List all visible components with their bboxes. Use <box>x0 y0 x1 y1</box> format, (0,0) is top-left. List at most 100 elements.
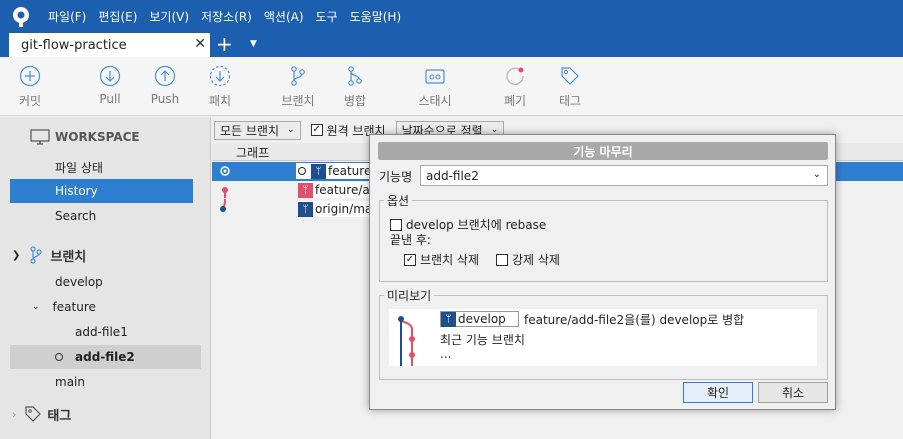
menu-actions[interactable]: 액션(A) <box>258 8 310 25</box>
feature-name-value: add-file2 <box>426 168 479 183</box>
preview-branch-badge: ᛘ develop <box>440 311 519 327</box>
add-tab-icon[interactable]: + <box>216 34 233 54</box>
preview-merge-message: feature/add-file2을(를) develop로 병합 <box>524 313 745 327</box>
force-delete-label: 강제 삭제 <box>512 253 560 267</box>
commit-button[interactable]: 커밋 <box>5 65 55 109</box>
tab-title: git-flow-practice <box>21 37 127 53</box>
discard-button[interactable]: 폐기 <box>490 65 540 109</box>
branches-label: 브랜치 <box>50 249 87 265</box>
branch-icon: ᛘ <box>311 163 326 179</box>
tags-label: 태그 <box>47 408 72 424</box>
after-finish-label: 끝낸 후: <box>390 233 431 247</box>
close-icon[interactable]: ✕ <box>194 36 206 52</box>
preview-graph <box>398 316 415 366</box>
tag-icon <box>25 406 42 422</box>
checkbox-checked-icon: ✓ <box>310 124 323 136</box>
force-delete-option[interactable]: 강제 삭제 <box>496 251 560 268</box>
commit-graph <box>220 166 230 212</box>
pull-button[interactable]: Pull <box>85 65 135 106</box>
menu-view[interactable]: 보기(V) <box>143 8 195 25</box>
monitor-icon <box>30 129 50 145</box>
ref-label: feature <box>328 164 372 178</box>
checkbox-unchecked-icon <box>390 218 402 231</box>
chevron-down-icon: ⌄ <box>812 169 821 180</box>
sidebar-item-history[interactable]: History <box>10 179 193 203</box>
toolbar: 커밋 Pull Push 패치 브랜치 병합 스태시 폐기 태그 <box>0 57 903 116</box>
workspace-header: WORKSPACE <box>30 125 140 149</box>
options-group <box>379 200 828 282</box>
tag-label: 태그 <box>558 94 582 108</box>
stash-icon <box>425 69 445 84</box>
preview-recent-feature: 최근 기능 브랜치 <box>440 333 525 347</box>
cancel-button[interactable]: 취소 <box>758 382 828 403</box>
feature-name-select[interactable]: add-file2 ⌄ <box>420 165 828 186</box>
plus-circle-icon <box>19 65 41 87</box>
push-label: Push <box>150 92 180 106</box>
branch-icon: ᛘ <box>298 201 313 217</box>
ref-label: origin/ma <box>315 202 373 216</box>
tab-bar: git-flow-practice ✕ + ▼ <box>0 33 903 57</box>
menu-repository[interactable]: 저장소(R) <box>195 8 258 25</box>
branch-icon: ᛘ <box>298 182 313 198</box>
sidebar-item-main[interactable]: main <box>55 370 85 394</box>
sidebar-item-feature[interactable]: ⌄ feature <box>32 295 96 319</box>
tags-header[interactable]: › 태그 <box>12 402 71 426</box>
sidebar-item-search[interactable]: Search <box>55 204 96 228</box>
merge-label: 병합 <box>343 94 367 108</box>
branch-label: 브랜치 <box>281 94 315 108</box>
discard-label: 폐기 <box>503 94 527 108</box>
menu-file[interactable]: 파일(F) <box>42 8 92 25</box>
menu-bar: 파일(F) 편집(E) 보기(V) 저장소(R) 액션(A) 도구 도움말(H) <box>0 0 903 33</box>
tab-repository[interactable]: git-flow-practice ✕ <box>9 33 210 57</box>
branch-filter-dropdown[interactable]: 모든 브랜치 ⌄ <box>214 120 301 140</box>
preview-area: ᛘ develop feature/add-file2을(를) develop로… <box>389 309 817 366</box>
sidebar: WORKSPACE 파일 상태 History Search ❯ 브랜치 dev… <box>0 117 211 439</box>
fetch-label: 패치 <box>208 94 232 108</box>
branch-icon <box>291 66 305 86</box>
chevron-down-icon: ⌄ <box>287 125 295 135</box>
delete-branch-label: 브랜치 삭제 <box>420 253 480 267</box>
current-branch-icon <box>298 167 306 175</box>
sidebar-item-file-status[interactable]: 파일 상태 <box>55 155 103 179</box>
sourcetree-logo-icon <box>13 6 29 27</box>
ok-button[interactable]: 확인 <box>683 382 753 403</box>
finish-feature-dialog: 기능 마무리 기능명 add-file2 ⌄ 옵션 develop 브랜치에 r… <box>369 134 836 410</box>
chevron-down-icon: ❯ <box>12 249 21 261</box>
branch-icon <box>30 246 42 264</box>
sidebar-item-add-file1[interactable]: add-file1 <box>75 320 128 344</box>
push-button[interactable]: Push <box>140 65 190 106</box>
branch-icon: ᛘ <box>441 311 456 327</box>
pull-label: Pull <box>99 92 121 106</box>
chevron-down-icon: ⌄ <box>32 302 40 312</box>
chevron-down-icon[interactable]: ▼ <box>250 39 257 49</box>
tag-icon <box>561 67 579 85</box>
fetch-icon <box>209 65 231 87</box>
delete-branch-option[interactable]: ✓ 브랜치 삭제 <box>404 251 479 268</box>
workspace-label: WORKSPACE <box>55 130 140 144</box>
sidebar-item-label: add-file2 <box>75 350 135 364</box>
options-label: 옵션 <box>384 192 413 209</box>
merge-button[interactable]: 병합 <box>330 65 380 109</box>
menu-tools[interactable]: 도구 <box>310 8 344 25</box>
merge-icon <box>348 66 362 86</box>
tag-button[interactable]: 태그 <box>545 65 595 109</box>
dialog-title: 기능 마무리 <box>378 142 828 160</box>
branches-header[interactable]: ❯ 브랜치 <box>12 243 86 267</box>
sidebar-item-develop[interactable]: develop <box>55 270 103 294</box>
preview-ellipsis: ... <box>440 347 452 361</box>
graph-column-header[interactable]: 그래프 <box>236 144 269 161</box>
chevron-right-icon: › <box>12 407 17 421</box>
preview-label: 미리보기 <box>384 287 435 304</box>
stash-button[interactable]: 스태시 <box>410 65 460 109</box>
preview-branch-label: develop <box>458 312 506 326</box>
ref-badge: ᛘ origin/ma <box>298 201 373 217</box>
current-branch-icon <box>55 353 63 361</box>
menu-help[interactable]: 도움말(H) <box>344 8 408 25</box>
sidebar-item-add-file2[interactable]: add-file2 <box>10 345 201 369</box>
sidebar-item-label: History <box>55 184 98 198</box>
fetch-button[interactable]: 패치 <box>195 65 245 109</box>
checkbox-checked-icon: ✓ <box>404 253 416 266</box>
menu-edit[interactable]: 편집(E) <box>92 8 143 25</box>
branch-filter-value: 모든 브랜치 <box>220 123 280 138</box>
branch-button[interactable]: 브랜치 <box>273 65 323 109</box>
